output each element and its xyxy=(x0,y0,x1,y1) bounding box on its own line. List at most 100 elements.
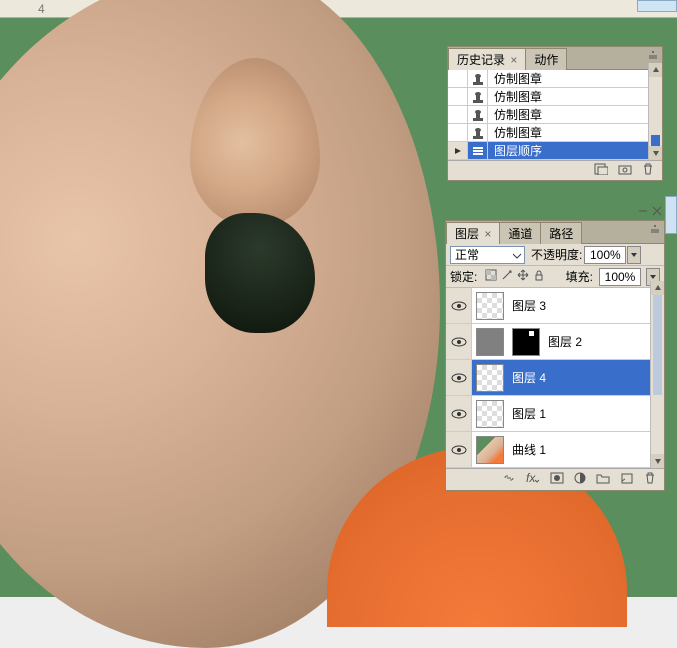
history-item[interactable]: 仿制图章 xyxy=(448,106,662,124)
link-layers-icon[interactable] xyxy=(502,472,516,487)
layer-mask-icon[interactable] xyxy=(550,472,564,487)
tab-paths[interactable]: 路径 xyxy=(540,222,582,244)
layer-thumbnail[interactable] xyxy=(476,436,504,464)
close-panel-icon[interactable] xyxy=(652,205,662,219)
layer-item[interactable]: 图层 1 xyxy=(446,396,664,432)
layer-name[interactable]: 图层 2 xyxy=(544,333,582,350)
blend-mode-value: 正常 xyxy=(455,246,479,263)
trash-icon[interactable] xyxy=(644,472,656,487)
eye-icon xyxy=(451,444,467,456)
layer-thumbnail[interactable] xyxy=(512,328,540,356)
layer-name[interactable]: 图层 1 xyxy=(508,405,546,422)
history-marker-col[interactable] xyxy=(448,88,468,105)
opacity-flyout-icon[interactable] xyxy=(627,246,641,264)
history-item[interactable]: 仿制图章 xyxy=(448,88,662,106)
history-tabs: 历史记录 × 动作 xyxy=(448,47,662,70)
layer-thumbnail[interactable] xyxy=(476,400,504,428)
lock-label: 锁定: xyxy=(450,268,477,285)
tab-actions-label: 动作 xyxy=(534,53,558,67)
eye-icon xyxy=(451,300,467,312)
options-right-widget[interactable] xyxy=(637,0,677,12)
tab-channels[interactable]: 通道 xyxy=(499,222,541,244)
layer-item[interactable]: 曲线 1 xyxy=(446,432,664,468)
layers-scrollbar[interactable] xyxy=(650,281,664,468)
history-scrollbar[interactable] xyxy=(648,63,662,160)
layer-item[interactable]: 图层 4 xyxy=(446,360,664,396)
opacity-value: 100% xyxy=(590,248,621,262)
layers-footer: fx xyxy=(446,468,664,490)
opacity-label: 不透明度: xyxy=(531,246,582,263)
history-panel: 历史记录 × 动作 仿制图章仿制图章仿制图章仿制图章图层顺序 xyxy=(447,46,663,181)
layer-thumbnail[interactable] xyxy=(476,328,504,356)
layer-thumbnail[interactable] xyxy=(476,292,504,320)
scroll-up-icon[interactable] xyxy=(651,281,664,295)
tab-layers-label: 图层 xyxy=(455,227,479,241)
fill-input[interactable]: 100% xyxy=(599,268,641,286)
layer-item[interactable]: 图层 3 xyxy=(446,288,664,324)
eye-icon xyxy=(451,336,467,348)
lock-all-icon[interactable] xyxy=(533,269,545,284)
scroll-thumb[interactable] xyxy=(653,295,662,395)
new-snapshot-icon[interactable] xyxy=(618,163,632,178)
layers-blend-row: 正常 不透明度: 100% xyxy=(446,244,664,266)
panel-menu-icon[interactable] xyxy=(648,223,662,235)
history-item-label: 图层顺序 xyxy=(488,142,542,159)
minimize-icon[interactable] xyxy=(638,205,648,219)
dock-strip[interactable] xyxy=(665,196,677,234)
layer-style-icon[interactable]: fx xyxy=(526,472,540,487)
history-item[interactable]: 仿制图章 xyxy=(448,70,662,88)
history-item[interactable]: 仿制图章 xyxy=(448,124,662,142)
history-item-label: 仿制图章 xyxy=(488,70,542,87)
visibility-toggle[interactable] xyxy=(446,432,472,467)
eye-icon xyxy=(451,408,467,420)
stamp-icon xyxy=(468,124,488,141)
layer-thumbnail[interactable] xyxy=(476,364,504,392)
history-item-label: 仿制图章 xyxy=(488,88,542,105)
history-list: 仿制图章仿制图章仿制图章仿制图章图层顺序 xyxy=(448,70,662,160)
stamp-icon xyxy=(468,88,488,105)
opacity-input[interactable]: 100% xyxy=(584,246,626,264)
visibility-toggle[interactable] xyxy=(446,324,472,359)
scroll-down-icon[interactable] xyxy=(649,146,662,160)
layer-name[interactable]: 图层 4 xyxy=(508,369,546,386)
close-icon[interactable]: × xyxy=(510,53,517,67)
fill-label: 填充: xyxy=(566,268,593,285)
scroll-up-icon[interactable] xyxy=(649,63,662,77)
new-document-icon[interactable] xyxy=(594,163,608,178)
history-item[interactable]: 图层顺序 xyxy=(448,142,662,160)
lock-transparent-icon[interactable] xyxy=(485,269,497,284)
visibility-toggle[interactable] xyxy=(446,360,472,395)
history-marker-col[interactable] xyxy=(448,124,468,141)
trash-icon[interactable] xyxy=(642,163,654,178)
close-icon[interactable]: × xyxy=(484,227,491,241)
history-item-label: 仿制图章 xyxy=(488,106,542,123)
stamp-icon xyxy=(468,106,488,123)
visibility-toggle[interactable] xyxy=(446,396,472,431)
panel-menu-icon[interactable] xyxy=(646,49,660,61)
layers-list: 图层 3 图层 2 图层 4 图层 1 曲线 1 xyxy=(446,288,664,468)
layer-name[interactable]: 图层 3 xyxy=(508,297,546,314)
history-marker-col[interactable] xyxy=(448,70,468,87)
layer-order-icon xyxy=(468,142,488,159)
stamp-icon xyxy=(468,70,488,87)
tab-layers[interactable]: 图层 × xyxy=(446,222,500,244)
lock-position-icon[interactable] xyxy=(517,269,529,284)
tab-actions[interactable]: 动作 xyxy=(525,48,567,70)
chevron-down-icon xyxy=(512,250,522,264)
history-item-label: 仿制图章 xyxy=(488,124,542,141)
scroll-down-icon[interactable] xyxy=(651,454,664,468)
history-marker-col[interactable] xyxy=(448,106,468,123)
history-marker-col[interactable] xyxy=(448,142,468,159)
blend-mode-select[interactable]: 正常 xyxy=(450,246,525,264)
new-layer-icon[interactable] xyxy=(620,472,634,487)
tab-history[interactable]: 历史记录 × xyxy=(448,48,526,70)
adjustment-layer-icon[interactable] xyxy=(574,472,586,487)
eye-icon xyxy=(451,372,467,384)
layer-item[interactable]: 图层 2 xyxy=(446,324,664,360)
new-group-icon[interactable] xyxy=(596,472,610,487)
visibility-toggle[interactable] xyxy=(446,288,472,323)
layer-name[interactable]: 曲线 1 xyxy=(508,441,546,458)
options-number: 4 xyxy=(38,2,45,16)
fill-value: 100% xyxy=(605,270,636,284)
lock-pixels-icon[interactable] xyxy=(501,269,513,284)
